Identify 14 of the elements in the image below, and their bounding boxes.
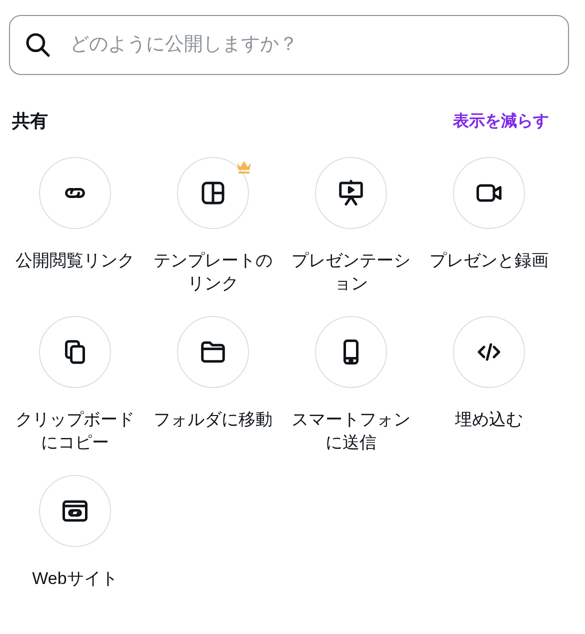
option-label: テンプレートのリンク: [152, 250, 274, 295]
option-label: プレゼンテーション: [290, 250, 412, 295]
search-icon: [24, 31, 52, 59]
presentation-icon: [336, 178, 366, 208]
option-label: 公開閲覧リンク: [14, 250, 136, 272]
option-label: フォルダに移動: [152, 409, 274, 431]
option-label: プレゼンと録画: [428, 250, 550, 272]
section-title: 共有: [12, 110, 48, 133]
option-label: Webサイト: [31, 568, 119, 590]
option-label: 埋め込む: [454, 409, 524, 431]
show-less-link[interactable]: 表示を減らす: [453, 110, 549, 134]
option-label: スマートフォンに送信: [290, 409, 412, 454]
option-label: クリップボードにコピー: [14, 409, 136, 454]
search-field[interactable]: どのように公開しますか？: [9, 15, 569, 75]
